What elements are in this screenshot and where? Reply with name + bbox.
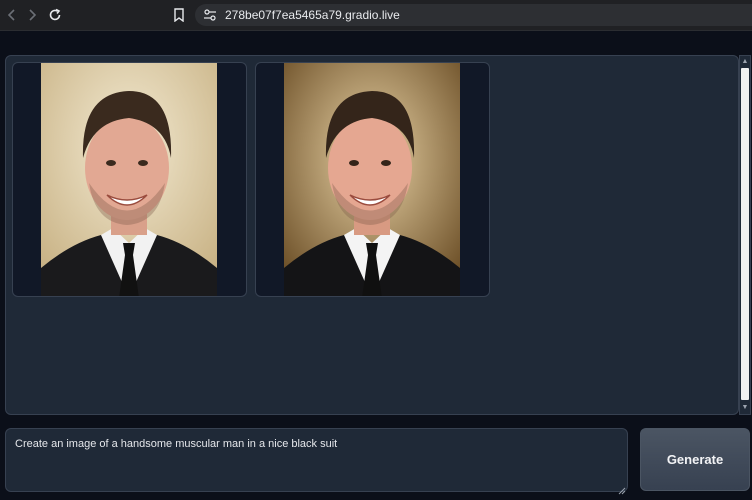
scroll-up-icon[interactable]: ▲ xyxy=(741,57,749,67)
generate-button[interactable]: Generate xyxy=(640,428,750,491)
forward-icon[interactable] xyxy=(22,5,42,25)
resize-grip-icon[interactable] xyxy=(618,482,626,495)
portrait-image-1 xyxy=(41,63,217,296)
browser-toolbar: 278be07f7ea5465a79.gradio.live xyxy=(0,0,752,31)
scroll-thumb[interactable] xyxy=(741,68,749,400)
url-text[interactable]: 278be07f7ea5465a79.gradio.live xyxy=(225,8,400,22)
scroll-down-icon[interactable]: ▼ xyxy=(741,403,749,413)
gallery-image-2[interactable] xyxy=(255,62,490,297)
bookmark-icon[interactable] xyxy=(169,5,189,25)
back-icon[interactable] xyxy=(2,5,22,25)
reload-icon[interactable] xyxy=(45,5,65,25)
gallery-scrollbar[interactable]: ▲ ▼ xyxy=(739,55,751,415)
prompt-input[interactable]: Create an image of a handsome muscular m… xyxy=(5,428,628,492)
site-settings-icon[interactable] xyxy=(200,5,220,25)
gallery-image-1[interactable] xyxy=(12,62,247,297)
portrait-image-2 xyxy=(284,63,460,296)
